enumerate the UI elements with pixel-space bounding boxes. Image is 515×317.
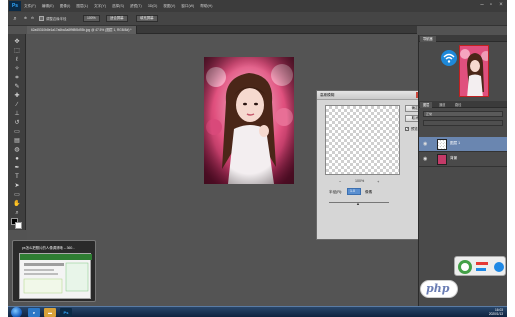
photoshop-logo: Ps <box>9 1 21 11</box>
healing-brush-tool-icon[interactable]: ✚ <box>12 92 22 100</box>
dodge-tool-icon[interactable]: ● <box>12 155 22 163</box>
radius-label: 半径(R): <box>329 190 343 194</box>
navigator-thumbnail[interactable] <box>459 45 489 97</box>
gradient-tool-icon[interactable]: ▤ <box>12 137 22 145</box>
menu-help[interactable]: 帮助(H) <box>200 4 212 9</box>
explorer-icon[interactable]: ▬ <box>44 308 56 317</box>
zoom-tool-sidebar-icon[interactable]: ⌕ <box>12 209 22 217</box>
zoom-percent: 100% <box>355 179 365 183</box>
menu-edit[interactable]: 编辑(E) <box>42 4 54 9</box>
dialog-title: 高斯模糊 <box>317 91 428 100</box>
menu-filter[interactable]: 滤镜(T) <box>130 4 142 9</box>
zoom-in-option-icon[interactable]: ⊕ <box>24 16 27 20</box>
type-tool-icon[interactable]: T <box>12 173 22 181</box>
menu-3d[interactable]: 3D(D) <box>148 4 158 8</box>
history-brush-tool-icon[interactable]: ↺ <box>12 119 22 127</box>
maximize-icon[interactable]: ▫ <box>487 2 495 9</box>
tab-channels[interactable]: 通道 <box>436 102 448 108</box>
layer-thumbnail <box>437 139 447 150</box>
menu-bar: Ps 文件(F) 编辑(E) 图像(I) 图层(L) 文字(Y) 选择(S) 滤… <box>8 0 507 12</box>
pen-tool-icon[interactable]: ✒ <box>12 164 22 172</box>
portrait-image <box>204 57 294 184</box>
gaussian-blur-dialog: 高斯模糊 x 确定 取消 ✓ 预览(P) − 100% + 半径(R): 1.0… <box>316 90 429 240</box>
layer-lock-row <box>423 120 503 126</box>
tab-navigator[interactable]: 导航器 <box>420 36 436 42</box>
shape-tool-icon[interactable]: ▭ <box>12 191 22 199</box>
menu-view[interactable]: 视图(V) <box>163 4 175 9</box>
windows-taskbar: e ▬ Ps 16:03 2020/1/13 <box>8 306 507 317</box>
actual-pixels-button[interactable]: 100% <box>83 15 100 22</box>
zoom-out-option-icon[interactable]: ⊖ <box>31 16 34 20</box>
blend-mode-select[interactable]: 正常 <box>423 111 503 117</box>
layer-name: 背景 <box>450 156 458 160</box>
minimize-icon[interactable]: – <box>478 2 486 9</box>
brush-tool-icon[interactable]: ∕ <box>12 101 22 109</box>
close-window-icon[interactable]: × <box>497 2 505 9</box>
fit-screen-button[interactable]: 适合屏幕 <box>106 15 128 22</box>
options-bar: ⌕ ⊕ ⊖ 调整边缘半径 100% 适合屏幕 填充屏幕 <box>8 12 507 26</box>
preview-checkbox[interactable]: ✓ <box>405 127 409 131</box>
php-watermark-logo: php <box>420 280 458 298</box>
navigator-panel-tabs: 导航器 <box>419 35 507 42</box>
blur-tool-icon[interactable]: ◍ <box>12 146 22 154</box>
menu-type[interactable]: 文字(Y) <box>94 4 106 9</box>
zoom-tool-icon[interactable]: ⌕ <box>10 15 20 23</box>
clock-date: 2020/1/13 <box>488 312 503 317</box>
tab-layers[interactable]: 图层 <box>420 102 433 108</box>
menu-image[interactable]: 图像(I) <box>60 4 71 9</box>
marquee-tool-icon[interactable]: ⬚ <box>12 47 22 55</box>
floating-speed-widget[interactable] <box>454 256 506 276</box>
zoom-out-button[interactable]: − <box>339 179 341 184</box>
taskbar-window-preview[interactable]: ps怎么把照片的人像调清晰 – 360... <box>12 240 96 302</box>
php-watermark-text: php <box>426 282 450 295</box>
clone-stamp-tool-icon[interactable]: ⊥ <box>12 110 22 118</box>
resize-windows-checkbox[interactable] <box>39 16 44 21</box>
layers-panel-tabs: 图层 通道 路径 <box>419 101 507 108</box>
document-photo[interactable] <box>204 57 294 184</box>
layer-name: 图层 1 <box>450 141 461 145</box>
move-tool-icon[interactable]: ✥ <box>12 38 22 46</box>
lasso-tool-icon[interactable]: ℓ <box>12 56 22 64</box>
blur-preview-area[interactable] <box>325 105 400 175</box>
layer-thumbnail <box>437 154 447 165</box>
path-selection-tool-icon[interactable]: ➤ <box>12 182 22 190</box>
eye-icon[interactable]: ◉ <box>423 156 431 163</box>
system-clock[interactable]: 16:03 2020/1/13 <box>489 308 503 316</box>
eyedropper-tool-icon[interactable]: ✎ <box>12 83 22 91</box>
layer-row-background[interactable]: ◉ 背景 <box>419 152 507 167</box>
radius-unit: 像素 <box>365 190 373 194</box>
radius-slider-thumb[interactable]: ▲ <box>356 202 360 206</box>
magic-wand-tool-icon[interactable]: ✧ <box>12 65 22 73</box>
eraser-tool-icon[interactable]: ▭ <box>12 128 22 136</box>
tab-paths[interactable]: 路径 <box>452 102 464 108</box>
crop-tool-icon[interactable]: ⌗ <box>12 74 22 82</box>
document-tab-bar: 62a65310b8e1a17a6ba3a8f9f8f8d93b.jpg @ 4… <box>27 26 417 34</box>
fill-screen-button[interactable]: 填充屏幕 <box>136 15 158 22</box>
eye-icon[interactable]: ◉ <box>423 141 431 148</box>
ie-icon[interactable]: e <box>28 308 40 317</box>
menu-select[interactable]: 选择(S) <box>112 4 124 9</box>
photoshop-taskbar-icon[interactable]: Ps <box>60 308 72 317</box>
hand-tool-icon[interactable]: ✋ <box>12 200 22 208</box>
wifi-icon <box>441 50 457 66</box>
toolbox: ✥ ⬚ ℓ ✧ ⌗ ✎ ✚ ∕ ⊥ ↺ ▭ ▤ ◍ ● ✒ T ➤ ▭ ✋ ⌕ <box>8 34 26 230</box>
tool-preset-label: 调整边缘半径 <box>46 17 67 21</box>
layer-row-layer1[interactable]: ◉ 图层 1 <box>419 137 507 152</box>
zoom-in-button[interactable]: + <box>377 179 379 184</box>
menu-layer[interactable]: 图层(L) <box>76 4 88 9</box>
background-color-swatch[interactable] <box>15 222 22 229</box>
menu-file[interactable]: 文件(F) <box>24 4 36 9</box>
radius-input[interactable]: 1.0 <box>347 188 361 195</box>
preview-thumbnail <box>19 253 92 299</box>
start-button[interactable] <box>11 307 22 317</box>
document-tab[interactable]: 62a65310b8e1a17a6ba3a8f9f8f8d93b.jpg @ 4… <box>27 26 137 34</box>
menu-window[interactable]: 窗口(W) <box>181 4 194 9</box>
preview-window-title: ps怎么把照片的人像调清晰 – 360... <box>22 246 76 250</box>
